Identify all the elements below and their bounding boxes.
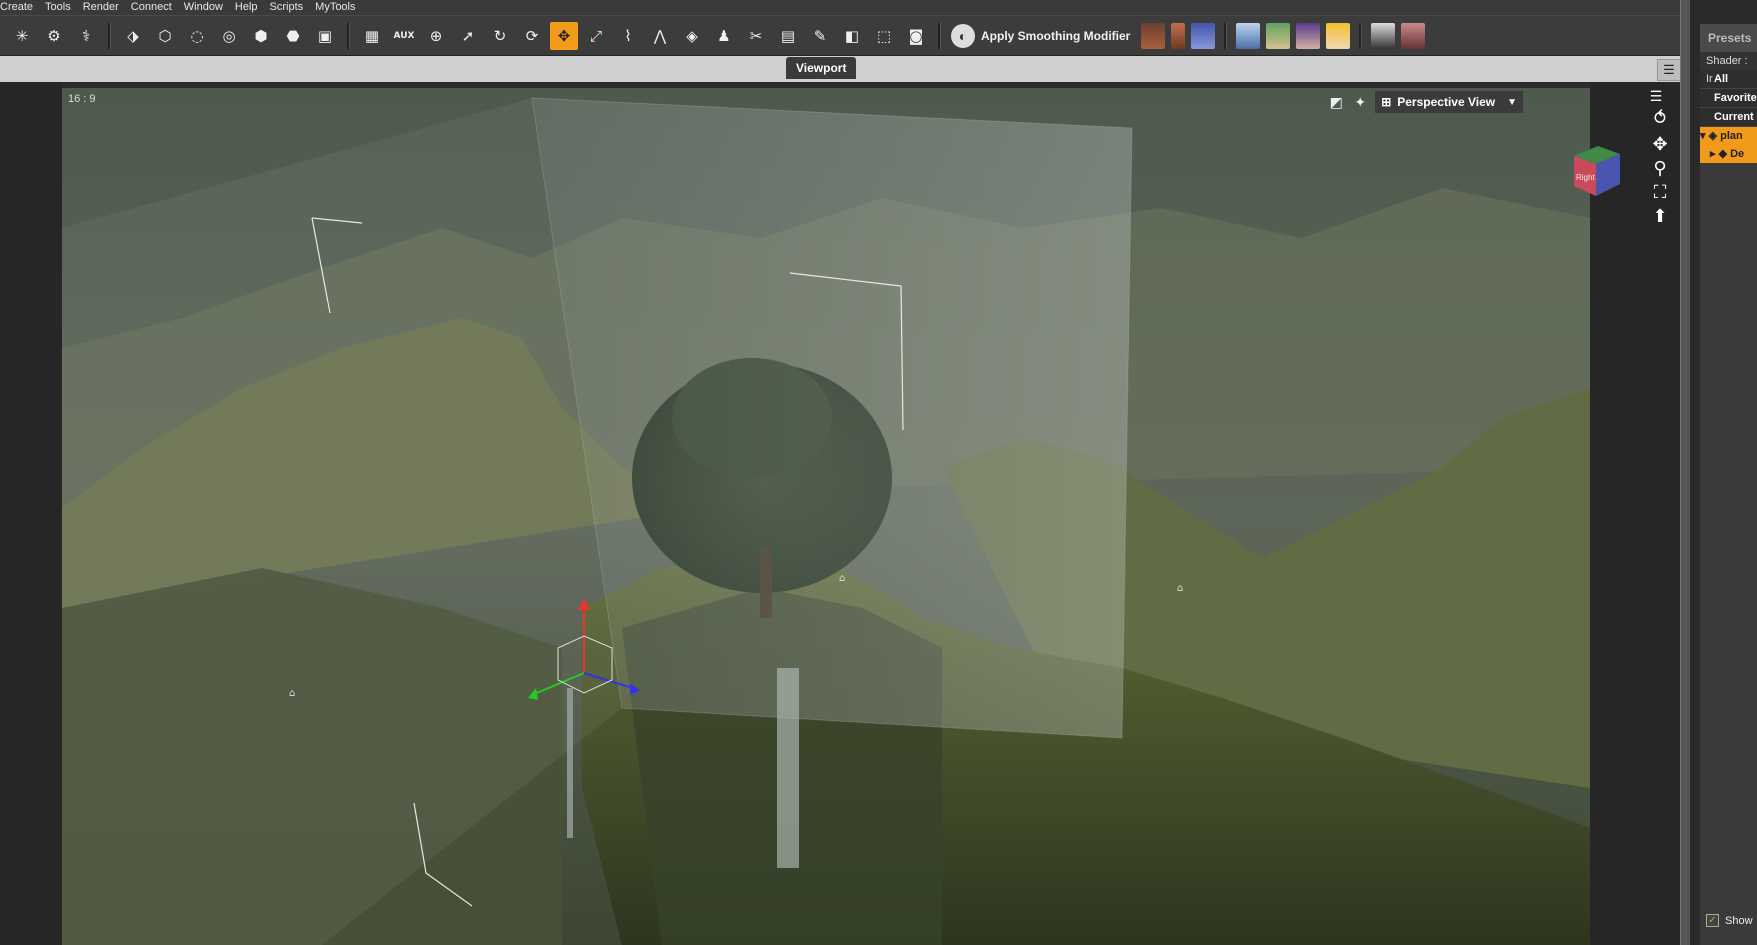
view-grid-icon: ⊞ [1381,95,1392,109]
menu-help[interactable]: Help [229,0,264,15]
preset-scene-icon[interactable] [1371,22,1396,49]
light-marker-icon: ⌂ [1177,583,1183,594]
node-icon: ◆ [1715,148,1731,160]
geometry-editor-icon[interactable]: ✂ [742,22,770,50]
zoom-nav-icon[interactable]: ⚲ [1646,158,1674,182]
aux-label: AUX [393,30,415,41]
grid-icon[interactable]: ▦ [358,22,386,50]
pane-tab-strip: Viewport ☰ [0,56,1690,82]
menu-connect[interactable]: Connect [125,0,178,15]
create-cone-icon[interactable]: ⬣ [279,22,307,50]
filter-current[interactable]: Current [1700,108,1757,127]
region-select-icon[interactable]: ⬚ [870,22,898,50]
lighting-icon[interactable]: ✦ [1350,92,1370,112]
shader-label: Shader : Ir [1700,52,1757,85]
preset-face-yellow-icon[interactable] [1326,22,1351,49]
create-sphere-icon[interactable]: ◌ [183,22,211,50]
smoothing-icon: ◐ [951,23,975,48]
show-option[interactable]: ✓ Show [1706,914,1753,927]
pane-menu-icon[interactable]: ☰ [1657,59,1681,81]
menu-render[interactable]: Render [77,0,125,15]
navigation-cube[interactable]: Right [1564,138,1628,202]
joint-editor-icon[interactable]: ⌇ [614,22,642,50]
aspect-ratio-label: 16 : 9 [68,93,96,105]
tree-item-label: De [1730,148,1745,160]
show-label: Show [1725,914,1753,927]
toolbar-divider [1359,22,1363,49]
create-plane-icon[interactable]: ⬗ [119,22,147,50]
viewport-nav-rail: ☰ ⥀ ✥ ⚲ ⛶ ⬆ [1590,82,1680,945]
menu-scripts[interactable]: Scripts [264,0,310,15]
render-camera-icon[interactable]: ◙ [902,22,930,50]
viewport-menu-icon[interactable]: ☰ [1644,88,1668,108]
edit-icon[interactable]: ✎ [806,22,834,50]
toolbar-divider [108,22,111,49]
preset-leg-icon[interactable] [1171,22,1186,49]
camera-tool-icon[interactable]: ◧ [838,22,866,50]
figure-pose-icon[interactable]: ♟ [710,22,738,50]
lines-tool-icon[interactable]: ▤ [774,22,802,50]
orbit-icon[interactable]: ⟳ [518,22,546,50]
surface-selection-icon[interactable]: ◈ [678,22,706,50]
light-marker-icon: ⌂ [839,573,845,584]
preset-portrait-icon[interactable] [1401,22,1426,49]
rotate-icon[interactable]: ↻ [486,22,514,50]
chevron-down-icon: ▼ [1507,96,1517,108]
create-box-icon[interactable]: ▣ [311,22,339,50]
view-select-label: Perspective View [1397,95,1496,109]
create-light-icon[interactable]: ✳ [8,22,36,50]
menu-window[interactable]: Window [178,0,229,15]
cube-icon: ◈ [1705,130,1721,142]
pane-gap [1690,0,1700,945]
apply-smoothing-label: Apply Smoothing Modifier [981,28,1131,43]
light-marker-icon: ⌂ [289,688,295,699]
toolbar-divider [1224,22,1228,49]
show-checkbox[interactable]: ✓ [1706,914,1719,927]
universal-tool-icon[interactable]: ✥ [550,21,578,50]
tree-item-label: plan [1720,130,1743,142]
menu-bar: Create Tools Render Connect Window Help … [0,0,1690,15]
presets-panel: Presets Shader : Ir All Favorite Current… [1700,24,1757,945]
reset-view-icon[interactable]: ⬆ [1646,206,1674,230]
toolbar-divider [938,22,941,49]
scale-icon[interactable]: ⤢ [582,22,610,50]
tree-item-plan[interactable]: ▾ ◈ plan [1700,127,1757,145]
preset-face-purple-icon[interactable] [1296,22,1321,49]
apply-smoothing-button[interactable]: ◐ Apply Smoothing Modifier [951,23,1131,48]
create-wand-icon[interactable]: ⚕ [72,22,100,50]
create-cylinder-icon[interactable]: ⬢ [247,22,275,50]
viewport-controls: ◩ ✦ ⊞ Perspective View ▼ [1326,90,1524,114]
select-arrow-icon[interactable]: ➚ [454,22,482,50]
preset-legs-icon[interactable] [1141,22,1166,49]
aux-viewport-icon[interactable]: AUX [390,22,418,50]
orbit-nav-icon[interactable]: ⥀ [1646,108,1674,132]
tree-item-de[interactable]: ▸ ◆ De [1700,145,1757,163]
scene-render: ⌂ ⌂ ⌂ [62,88,1590,945]
left-gutter [0,82,62,945]
menu-tools[interactable]: Tools [39,0,77,15]
main-toolbar: ✳ ⚙ ⚕ ⬗ ⬡ ◌ ◎ ⬢ ⬣ ▣ ▦ AUX ⊕ ➚ ↻ ⟳ ✥ ⤢ ⌇ … [0,15,1690,56]
target-icon[interactable]: ⊕ [422,22,450,50]
haze-plane-center [531,97,1133,739]
preset-pattern-icon[interactable] [1191,22,1216,49]
node-weight-icon[interactable]: ⋀ [646,22,674,50]
create-gear-icon[interactable]: ⚙ [40,22,68,50]
presets-header[interactable]: Presets [1700,24,1757,52]
toolbar-divider [347,22,350,49]
menu-mytools[interactable]: MyTools [309,0,361,15]
menu-create[interactable]: Create [0,0,39,15]
navcube-face-label: Right [1576,173,1595,182]
preset-figure-icon[interactable] [1236,22,1261,49]
view-select[interactable]: ⊞ Perspective View ▼ [1374,90,1524,114]
create-torus-icon[interactable]: ◎ [215,22,243,50]
tab-viewport[interactable]: Viewport [786,57,857,79]
filter-favorite[interactable]: Favorite [1700,89,1757,108]
frame-nav-icon[interactable]: ⛶ [1646,182,1674,206]
create-cube-icon[interactable]: ⬡ [151,22,179,50]
pan-nav-icon[interactable]: ✥ [1646,134,1674,158]
viewport[interactable]: ⌂ ⌂ ⌂ 16 : 9 ◩ ✦ ⊞ Perspective View ▼ [62,88,1590,945]
draw-style-icon[interactable]: ◩ [1326,92,1346,112]
preset-face-green-icon[interactable] [1266,22,1291,49]
